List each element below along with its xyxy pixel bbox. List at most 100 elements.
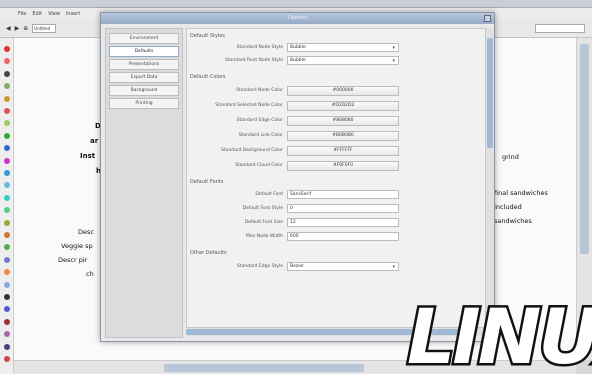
settings-vertical-scrollbar[interactable] [486, 28, 494, 328]
chevron-down-icon: ▾ [392, 264, 395, 270]
background-color-button[interactable]: #FFFFFF [287, 146, 399, 156]
color-swatch[interactable] [4, 331, 10, 338]
canvas-node[interactable]: Descr pir [58, 256, 87, 264]
root-node-style-select[interactable]: Bubble ▾ [287, 56, 399, 65]
setting-label: Standard Link Color [238, 133, 283, 138]
color-palette [0, 38, 14, 374]
dialog-titlebar[interactable]: Options [101, 13, 494, 24]
setting-label: Default Font [255, 192, 283, 197]
color-swatch[interactable] [4, 108, 10, 114]
setting-label: Standard Edge Color [236, 118, 283, 123]
color-swatch[interactable] [4, 46, 10, 52]
color-swatch[interactable] [4, 306, 10, 313]
nav-item-presentations[interactable]: Presentations [109, 59, 179, 70]
canvas-node[interactable]: Included [494, 203, 522, 211]
color-swatch[interactable] [4, 194, 10, 201]
canvas-node[interactable]: sandwiches [494, 217, 532, 225]
default-font-field[interactable]: SansSerif [287, 190, 399, 199]
node-style-select[interactable]: Bubble ▾ [287, 43, 399, 52]
color-swatch[interactable] [4, 58, 10, 65]
scroll-thumb[interactable] [487, 38, 493, 148]
canvas-node[interactable]: Inst [80, 152, 95, 160]
font-size-field[interactable]: 12 [287, 218, 399, 227]
selected-node-color-button[interactable]: #D2D2D2 [287, 101, 399, 111]
color-swatch[interactable] [4, 157, 10, 164]
nav-item-defaults[interactable]: Defaults [109, 46, 179, 57]
settings-panel: Default Styles Standard Node Style Bubbl… [186, 28, 486, 328]
canvas-node[interactable]: final sandwiches [494, 189, 548, 197]
color-swatch[interactable] [4, 132, 10, 139]
forward-icon[interactable]: ▶ [15, 25, 20, 32]
nav-item-printing[interactable]: Printing [109, 98, 179, 109]
menu-view[interactable]: View [48, 11, 60, 17]
preferences-dialog: Options Environment Defaults Presentatio… [100, 12, 495, 342]
setting-label: Standard Node Color [236, 88, 283, 93]
canvas-node[interactable]: grind [502, 153, 519, 161]
scroll-thumb[interactable] [164, 364, 364, 372]
close-icon[interactable] [484, 15, 491, 22]
edge-color-button[interactable]: #808080 [287, 116, 399, 126]
color-swatch[interactable] [4, 170, 10, 176]
color-swatch[interactable] [4, 182, 10, 189]
select-value: Bubble [290, 58, 306, 63]
setting-label: Standard Edge Style [237, 264, 283, 269]
color-swatch[interactable] [4, 120, 10, 127]
max-node-width-field[interactable]: 600 [287, 232, 399, 241]
scroll-thumb[interactable] [580, 44, 589, 254]
edge-style-select[interactable]: Bezier ▾ [287, 262, 399, 271]
color-swatch[interactable] [4, 269, 10, 276]
canvas-node[interactable]: ar [90, 137, 98, 145]
setting-label: Standard Selected Node Color [215, 103, 283, 108]
font-style-field[interactable]: 0 [287, 204, 399, 213]
color-swatch[interactable] [4, 318, 10, 325]
node-color-button[interactable]: #000000 [287, 86, 399, 96]
back-icon[interactable]: ◀ [6, 25, 11, 32]
nav-item-export-data[interactable]: Export Data [109, 72, 179, 83]
dialog-title: Options [287, 15, 308, 21]
chevron-down-icon: ▾ [392, 58, 395, 64]
setting-label: Standard Cloud Color [235, 163, 283, 168]
color-swatch[interactable] [4, 281, 10, 288]
logo-text: LINUX [405, 300, 592, 374]
chevron-down-icon: ▾ [392, 45, 395, 51]
cloud-color-button[interactable]: #F0F0F0 [287, 161, 399, 171]
link-color-button[interactable]: #B0B0B0 [287, 131, 399, 141]
setting-label: Default Font Style [242, 206, 283, 211]
select-value: Bubble [290, 45, 306, 50]
linux-logo: LINUX [405, 300, 592, 374]
map-name-field[interactable]: Untitled [32, 24, 57, 33]
section-default-colors: Default Colors [190, 74, 226, 80]
nav-item-environment[interactable]: Environment [109, 33, 179, 44]
nav-item-background[interactable]: Background [109, 85, 179, 96]
app-titlebar [0, 0, 592, 8]
color-swatch[interactable] [4, 256, 10, 263]
preferences-nav: Environment Defaults Presentations Expor… [105, 28, 183, 338]
color-swatch[interactable] [4, 207, 10, 214]
section-default-fonts: Default Fonts [190, 179, 224, 185]
color-swatch[interactable] [4, 244, 10, 251]
setting-label: Standard Background Color [221, 148, 283, 153]
setting-label: Standard Root Node Style [224, 58, 283, 63]
color-swatch[interactable] [4, 343, 10, 350]
color-swatch[interactable] [4, 356, 10, 362]
setting-label: Standard Node Style [236, 45, 283, 50]
menu-file[interactable]: File [18, 11, 26, 17]
section-other-defaults: Other Defaults [190, 250, 227, 256]
section-default-styles: Default Styles [190, 33, 226, 39]
color-swatch[interactable] [4, 83, 10, 90]
color-swatch[interactable] [4, 95, 10, 102]
color-swatch[interactable] [4, 145, 10, 152]
canvas-node[interactable]: ch [86, 270, 94, 278]
zoom-field[interactable] [535, 24, 585, 33]
color-swatch[interactable] [4, 232, 10, 238]
select-value: Bezier [290, 264, 305, 269]
canvas-node[interactable]: Desc [78, 228, 94, 236]
color-swatch[interactable] [4, 219, 10, 226]
color-swatch[interactable] [4, 70, 10, 77]
menu-insert[interactable]: Insert [66, 11, 80, 17]
color-swatch[interactable] [4, 294, 10, 300]
menu-edit[interactable]: Edit [32, 11, 42, 17]
zoom-icon[interactable]: ⊕ [23, 25, 28, 32]
setting-label: Default Font Size [244, 220, 283, 225]
canvas-node[interactable]: Veggie sp [61, 242, 93, 250]
